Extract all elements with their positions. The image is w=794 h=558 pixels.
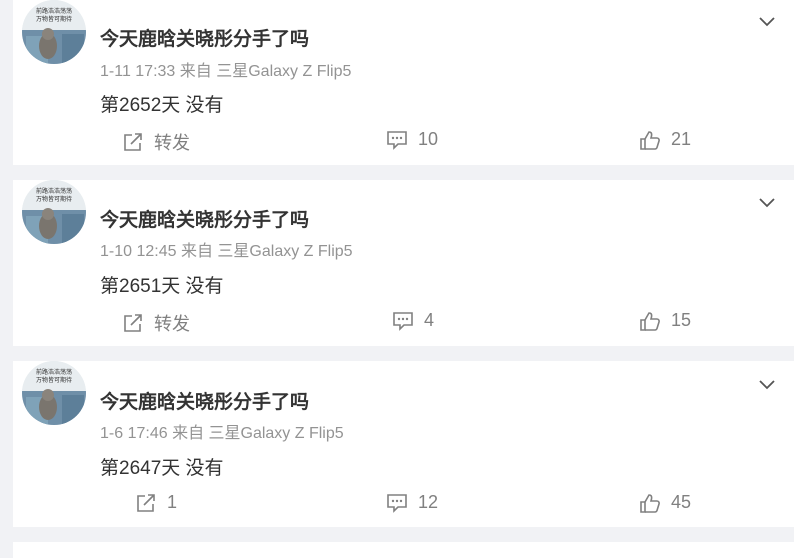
avatar[interactable]: 前路浩浩荡荡 万物皆可期待 — [22, 180, 86, 244]
like-button[interactable]: 45 — [639, 492, 691, 513]
post-source: 来自 三星Galaxy Z Flip5 — [180, 243, 353, 260]
weibo-feed: 前路浩浩荡荡 万物皆可期待 今天鹿晗关晓彤分手了吗 1-11 17:33 来自 … — [0, 0, 794, 558]
like-icon — [640, 130, 660, 150]
post-source: 来自 三星Galaxy Z Flip5 — [179, 63, 352, 80]
comment-count: 10 — [418, 129, 439, 149]
avatar-caption-2: 万物皆可期待 — [36, 195, 72, 203]
comment-count: 12 — [418, 492, 439, 512]
avatar[interactable]: 前路浩浩荡荡 万物皆可期待 — [22, 0, 86, 64]
post-meta: 1-11 17:33 来自 三星Galaxy Z Flip5 — [100, 57, 351, 81]
repost-label: 转发 — [154, 133, 190, 153]
like-button[interactable]: 21 — [639, 129, 691, 150]
chevron-down-icon[interactable] — [758, 16, 776, 28]
avatar-caption-1: 前路浩浩荡荡 — [36, 368, 72, 376]
like-count: 15 — [671, 310, 692, 330]
avatar[interactable]: 前路浩浩荡荡 万物皆可期待 — [22, 361, 86, 425]
repost-icon — [124, 314, 142, 332]
repost-button[interactable]: 1 — [135, 492, 177, 513]
comment-button[interactable]: 10 — [386, 129, 438, 150]
username-link[interactable]: 今天鹿晗关晓彤分手了吗 — [100, 205, 309, 232]
post-meta: 1-10 12:45 来自 三星Galaxy Z Flip5 — [100, 237, 353, 261]
post-source: 来自 三星Galaxy Z Flip5 — [172, 425, 344, 442]
repost-button[interactable]: 转发 — [122, 310, 190, 336]
repost-button[interactable]: 转发 — [122, 129, 190, 155]
comment-icon — [387, 493, 407, 513]
chevron-down-icon[interactable] — [758, 197, 776, 209]
post-text: 第2647天 没有 — [100, 458, 224, 479]
avatar-image: 前路浩浩荡荡 万物皆可期待 — [22, 0, 86, 64]
avatar-caption-1: 前路浩浩荡荡 — [36, 187, 72, 195]
like-icon — [640, 311, 660, 331]
comment-icon — [387, 130, 407, 150]
avatar-image: 前路浩浩荡荡 万物皆可期待 — [22, 361, 86, 425]
comment-button[interactable]: 4 — [392, 310, 434, 331]
comment-button[interactable]: 12 — [386, 492, 438, 513]
like-count: 21 — [671, 129, 692, 149]
post-timestamp[interactable]: 1-6 17:46 — [100, 425, 168, 442]
post-timestamp[interactable]: 1-10 12:45 — [100, 243, 177, 260]
like-icon — [640, 493, 660, 513]
like-count: 45 — [671, 492, 692, 512]
username-link[interactable]: 今天鹿晗关晓彤分手了吗 — [100, 387, 309, 414]
post-card-partial — [13, 542, 794, 558]
post-text: 第2651天 没有 — [100, 276, 224, 297]
avatar-caption-2: 万物皆可期待 — [36, 376, 72, 384]
avatar-caption-2: 万物皆可期待 — [36, 15, 72, 23]
comment-icon — [393, 311, 413, 331]
repost-icon — [124, 133, 142, 151]
repost-label: 转发 — [154, 314, 190, 334]
comment-count: 4 — [424, 310, 435, 330]
repost-count: 1 — [167, 492, 178, 512]
post-meta: 1-6 17:46 来自 三星Galaxy Z Flip5 — [100, 419, 344, 443]
avatar-image: 前路浩浩荡荡 万物皆可期待 — [22, 180, 86, 244]
chevron-down-icon[interactable] — [758, 379, 776, 391]
repost-icon — [137, 493, 155, 512]
username-link[interactable]: 今天鹿晗关晓彤分手了吗 — [100, 24, 309, 51]
post-timestamp[interactable]: 1-11 17:33 — [100, 63, 175, 80]
avatar-caption-1: 前路浩浩荡荡 — [36, 7, 72, 15]
post-text: 第2652天 没有 — [100, 95, 224, 116]
like-button[interactable]: 15 — [639, 310, 691, 331]
